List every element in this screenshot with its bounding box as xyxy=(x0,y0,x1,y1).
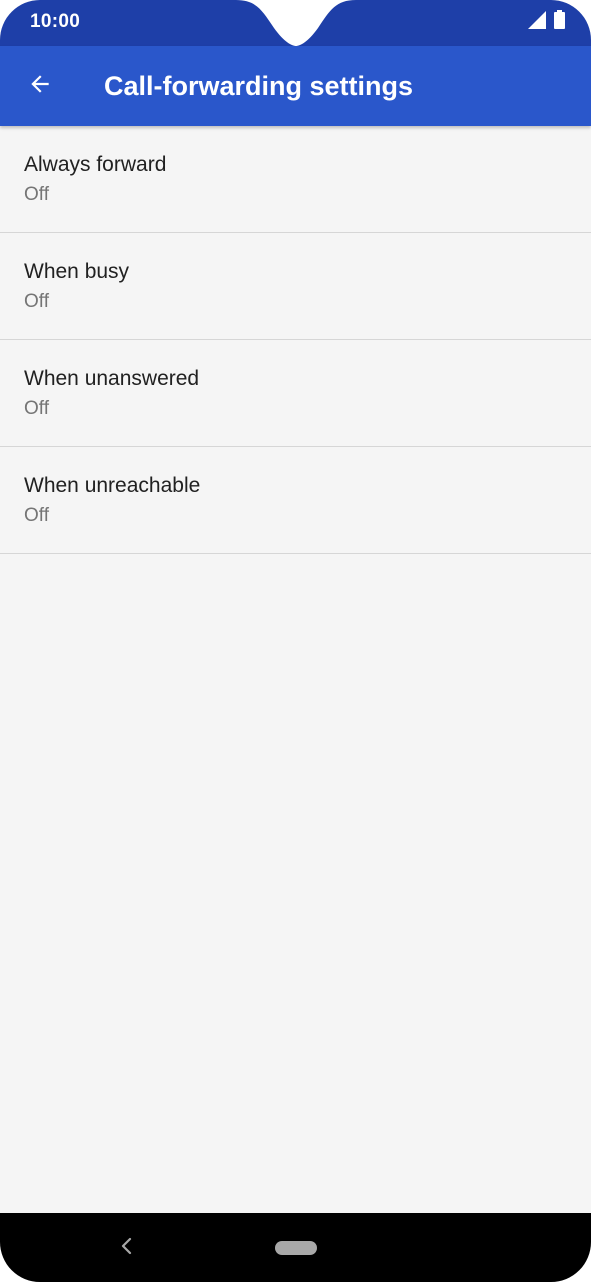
page-title: Call-forwarding settings xyxy=(104,71,414,101)
camera-notch xyxy=(236,0,356,46)
phone-screen: 10:00 Call-forwarding settings Always fo… xyxy=(0,0,591,1282)
home-pill-icon[interactable] xyxy=(275,1241,317,1255)
setting-title: Always forward xyxy=(24,153,167,176)
setting-summary: Off xyxy=(24,291,49,312)
setting-always-forward[interactable]: Always forward Off xyxy=(0,126,591,233)
call-forwarding-list: Always forward Off When busy Off When un… xyxy=(0,126,591,554)
navigation-bar xyxy=(0,1213,591,1282)
status-icons xyxy=(528,10,565,34)
setting-title: When unanswered xyxy=(24,367,200,390)
status-bar: 10:00 xyxy=(0,0,591,46)
battery-icon xyxy=(554,10,565,34)
setting-summary: Off xyxy=(24,184,49,205)
back-button[interactable] xyxy=(16,62,64,110)
app-bar: Call-forwarding settings xyxy=(0,46,591,126)
setting-when-busy[interactable]: When busy Off xyxy=(0,233,591,340)
chevron-left-icon xyxy=(120,1237,134,1260)
status-time: 10:00 xyxy=(30,11,81,32)
setting-title: When unreachable xyxy=(24,474,201,497)
nav-back-button[interactable] xyxy=(112,1233,142,1263)
setting-when-unanswered[interactable]: When unanswered Off xyxy=(0,340,591,447)
arrow-left-icon xyxy=(27,71,53,102)
signal-icon xyxy=(528,10,546,34)
setting-summary: Off xyxy=(24,505,49,526)
setting-summary: Off xyxy=(24,398,49,419)
setting-title: When busy xyxy=(24,260,130,283)
setting-when-unreachable[interactable]: When unreachable Off xyxy=(0,447,591,554)
